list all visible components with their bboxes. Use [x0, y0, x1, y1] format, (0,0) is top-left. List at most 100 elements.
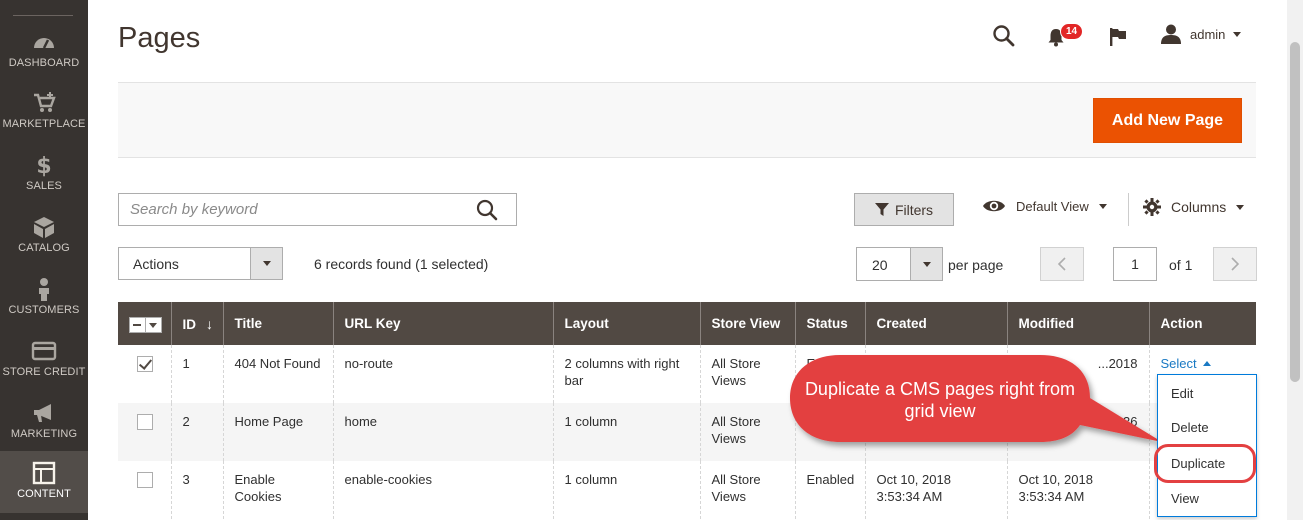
table-row[interactable]: 2 Home Page home 1 column All Store View…	[118, 403, 1256, 461]
per-page-select[interactable]: 20	[856, 247, 943, 281]
chevron-down-icon	[262, 261, 271, 266]
menu-item-edit[interactable]: Edit	[1171, 386, 1193, 401]
search-input[interactable]	[119, 194, 459, 225]
column-header-id[interactable]: ID ↓	[171, 302, 224, 345]
cell-layout: 1 column	[553, 461, 701, 519]
nav-item-customers[interactable]: CUSTOMERS	[0, 277, 88, 339]
mass-actions-select[interactable]: Actions	[118, 247, 283, 280]
nav-item-dashboard[interactable]: DASHBOARD	[0, 30, 88, 92]
cell-store-view: All Store Views	[700, 403, 796, 461]
cell-id: 3	[171, 461, 224, 519]
notification-count-badge[interactable]: 14	[1060, 23, 1084, 40]
chevron-right-icon	[1231, 257, 1240, 271]
column-label: Action	[1160, 316, 1203, 331]
chevron-down-icon	[922, 261, 931, 267]
user-icon	[1161, 24, 1181, 44]
cell-created	[865, 345, 1008, 403]
cell-layout: 2 columns with right bar	[553, 345, 701, 403]
keyword-search	[118, 193, 517, 226]
nav-item-sales[interactable]: $ SALES	[0, 153, 88, 215]
nav-label: SALES	[26, 180, 62, 192]
records-found-text: 6 records found (1 selected)	[314, 256, 489, 272]
nav-item-content[interactable]: CONTENT	[0, 451, 88, 513]
row-checkbox-cell	[118, 345, 172, 403]
sort-arrow-down-icon: ↓	[206, 315, 213, 332]
admin-user-menu[interactable]: admin	[1160, 24, 1242, 44]
view-switcher[interactable]: Default View	[982, 198, 1107, 214]
nav-label: MARKETPLACE	[2, 118, 86, 130]
cell-url-key: no-route	[333, 345, 554, 403]
column-header-modified[interactable]: Modified	[1007, 302, 1150, 345]
dollar-icon: $	[36, 154, 51, 177]
nav-label: MARKETING	[10, 428, 78, 440]
next-page-button[interactable]	[1213, 247, 1257, 281]
column-header-title[interactable]: Title	[223, 302, 334, 345]
scrollbar-thumb[interactable]	[1290, 42, 1300, 382]
search-icon[interactable]	[992, 24, 1016, 48]
chevron-down-icon	[1233, 31, 1242, 37]
eye-icon	[983, 200, 1005, 212]
duplicate-highlight-ring	[1154, 444, 1256, 483]
view-label: Default View	[1016, 198, 1089, 214]
filter-funnel-icon	[874, 202, 889, 216]
nav-item-store-credit[interactable]: STORE CREDIT	[0, 339, 88, 401]
table-row[interactable]: 1 404 Not Found no-route 2 columns with …	[118, 345, 1256, 403]
minus-icon	[130, 318, 146, 332]
table-row[interactable]: 3 Enable Cookies enable-cookies 1 column…	[118, 461, 1256, 519]
nav-item-catalog[interactable]: CATALOG	[0, 215, 88, 277]
row-checkbox-cell	[118, 461, 172, 519]
cell-modified: Oct 10, 2018 3:53:34 AM	[1007, 461, 1150, 519]
page-actions-bar	[118, 82, 1256, 158]
row-checkbox[interactable]	[137, 356, 153, 372]
column-header-store-view[interactable]: Store View	[700, 302, 796, 345]
column-header-created[interactable]: Created	[865, 302, 1008, 345]
column-label: Title	[234, 316, 263, 331]
columns-label: Columns	[1171, 199, 1227, 215]
grid-header-row: ID ↓ Title URL Key Layout Store View Stat…	[118, 302, 1256, 345]
cell-id: 1	[171, 345, 224, 403]
mass-select-header	[118, 302, 172, 345]
cell-title: Enable Cookies	[223, 461, 334, 519]
columns-control[interactable]: Columns	[1143, 198, 1245, 216]
column-label: Created	[876, 316, 927, 331]
nav-item-marketplace[interactable]: MARKETPLACE	[0, 91, 88, 153]
megaphone-icon	[34, 404, 51, 422]
add-new-page-button[interactable]: Add New Page	[1093, 98, 1242, 143]
filters-label: Filters	[894, 201, 934, 218]
flag-icon[interactable]	[1108, 27, 1128, 47]
current-page-input[interactable]	[1113, 247, 1157, 281]
cell-id: 2	[171, 403, 224, 461]
sidebar-divider	[13, 15, 73, 16]
cell-created	[865, 403, 1008, 461]
column-label: URL Key	[344, 316, 401, 331]
select-arrow	[910, 248, 942, 280]
cell-created: Oct 10, 2018 3:53:34 AM	[865, 461, 1008, 519]
column-label: Store View	[711, 316, 781, 331]
person-icon	[39, 278, 49, 301]
column-header-url-key[interactable]: URL Key	[333, 302, 554, 345]
cell-modified: ...36	[1007, 403, 1150, 461]
search-submit-icon[interactable]	[476, 199, 498, 221]
menu-item-delete[interactable]: Delete	[1171, 420, 1209, 435]
filters-button[interactable]: Filters	[854, 193, 954, 226]
column-header-layout[interactable]: Layout	[553, 302, 701, 345]
menu-item-view[interactable]: View	[1171, 491, 1199, 506]
previous-page-button[interactable]	[1040, 247, 1084, 281]
chevron-down-icon	[1098, 203, 1107, 209]
nav-label: CONTENT	[17, 488, 71, 500]
cell-status: Enabled	[795, 461, 866, 519]
mass-select-control[interactable]	[129, 317, 162, 333]
cell-store-view: All Store Views	[700, 345, 796, 403]
row-checkbox[interactable]	[137, 472, 153, 488]
page-count-text: of 1	[1169, 257, 1193, 273]
column-header-status[interactable]: Status	[795, 302, 866, 345]
cell-status: E	[795, 345, 866, 403]
row-checkbox[interactable]	[137, 414, 153, 430]
cell-layout: 1 column	[553, 403, 701, 461]
row-action-select[interactable]: Select	[1161, 355, 1211, 372]
box-icon	[34, 217, 54, 238]
nav-label: CUSTOMERS	[8, 304, 80, 316]
toolbar-divider	[1128, 193, 1129, 226]
per-page-label: per page	[948, 257, 1004, 273]
per-page-value: 20	[872, 257, 888, 273]
